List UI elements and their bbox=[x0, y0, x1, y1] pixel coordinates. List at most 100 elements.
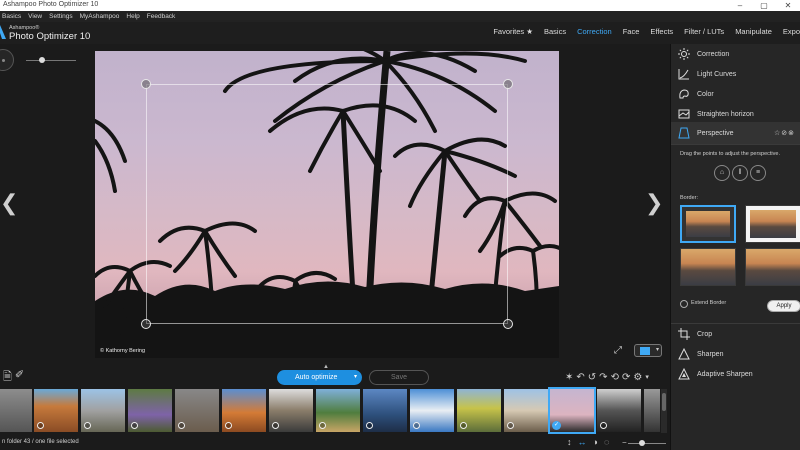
film-thumb[interactable] bbox=[269, 389, 313, 432]
horizontal-perspective-button[interactable]: ≡ bbox=[750, 165, 766, 181]
vertical-perspective-button[interactable]: ⌂ bbox=[714, 165, 730, 181]
redo-icon[interactable]: ↷ bbox=[599, 372, 607, 383]
film-thumb[interactable] bbox=[0, 389, 32, 432]
panel-item-perspective[interactable]: Perspective ☆⊘⊗ bbox=[671, 122, 800, 144]
panel-item-sharpen[interactable]: Sharpen bbox=[671, 344, 800, 364]
film-thumb[interactable] bbox=[128, 389, 172, 432]
compare-icon[interactable]: ◑ bbox=[593, 437, 598, 447]
window-title: Ashampoo Photo Optimizer 10 bbox=[3, 1, 99, 8]
film-thumb[interactable] bbox=[222, 389, 266, 432]
horizon-icon bbox=[677, 107, 691, 121]
crop-icon bbox=[677, 327, 691, 341]
perspective-handle-bottom-left[interactable] bbox=[141, 319, 151, 329]
next-image-arrow-icon[interactable]: ❯ bbox=[645, 190, 663, 216]
film-thumb[interactable] bbox=[175, 389, 219, 432]
sun-icon bbox=[677, 47, 691, 61]
brush-icon[interactable]: ✐ bbox=[15, 368, 24, 387]
undo-icon[interactable]: ↶ bbox=[576, 372, 584, 383]
zoom-dial[interactable] bbox=[0, 49, 14, 71]
filmstrip-scrollbar[interactable] bbox=[661, 389, 667, 433]
tab-effects[interactable]: Effects bbox=[650, 27, 673, 36]
rotate-right-icon[interactable]: ⟳ bbox=[622, 372, 630, 383]
file-info-icon[interactable]: 🗎 bbox=[3, 368, 12, 387]
tab-basics[interactable]: Basics bbox=[544, 27, 566, 36]
tab-correction[interactable]: Correction bbox=[577, 27, 612, 36]
menu-view[interactable]: View bbox=[28, 13, 42, 20]
film-thumb[interactable] bbox=[644, 389, 660, 432]
thumbnail-size-slider-thumb[interactable] bbox=[639, 440, 645, 446]
panel-item-straighten-horizon[interactable]: Straighten horizon bbox=[671, 104, 800, 124]
border-option-dark[interactable] bbox=[680, 205, 736, 243]
auto-optimize-button[interactable]: Auto optimize ▾ bbox=[277, 370, 362, 385]
zoom-slider-track[interactable] bbox=[26, 60, 76, 61]
right-toolbar: ✶ ↶ ↺ ↷ ⟲ ⟳ ⚙ ▾ bbox=[565, 369, 663, 385]
chevron-down-icon[interactable]: ▾ bbox=[354, 370, 357, 385]
magic-wand-icon[interactable]: ✶ bbox=[565, 372, 573, 383]
tab-favorites[interactable]: Favorites ★ bbox=[493, 27, 533, 36]
film-thumb[interactable] bbox=[504, 389, 548, 432]
panel-item-crop[interactable]: Crop bbox=[671, 324, 800, 344]
menu-basics[interactable]: Basics bbox=[2, 13, 21, 20]
minimize-button[interactable]: – bbox=[728, 0, 752, 11]
menu-myashampoo[interactable]: MyAshampoo bbox=[80, 13, 120, 20]
symmetric-perspective-button[interactable]: ‖ bbox=[732, 165, 748, 181]
menu-feedback[interactable]: Feedback bbox=[147, 13, 176, 20]
border-option-extend[interactable] bbox=[745, 248, 800, 286]
panel-item-color[interactable]: Color bbox=[671, 84, 800, 104]
film-thumb[interactable] bbox=[597, 389, 641, 432]
undo-all-icon[interactable]: ↺ bbox=[588, 372, 596, 383]
status-text: n folder 43 / one file selected bbox=[2, 439, 79, 445]
film-thumb[interactable] bbox=[81, 389, 125, 432]
photo-canvas[interactable]: © Kathorny Bering bbox=[95, 51, 559, 358]
perspective-frame[interactable] bbox=[146, 84, 508, 324]
chevron-down-icon[interactable]: ▾ bbox=[645, 373, 649, 381]
view-mode-toggle[interactable]: ▾ bbox=[634, 344, 662, 357]
menu-help[interactable]: Help bbox=[126, 13, 139, 20]
save-button[interactable]: Save bbox=[369, 370, 429, 385]
perspective-handle-top-right[interactable] bbox=[503, 79, 513, 89]
tab-export[interactable]: Expo bbox=[783, 27, 800, 36]
film-thumb-selected[interactable]: ✓ bbox=[548, 387, 596, 434]
extend-border-radio[interactable] bbox=[680, 300, 688, 308]
checkmark-icon: ✓ bbox=[552, 421, 561, 430]
film-thumb[interactable] bbox=[410, 389, 454, 432]
curve-icon bbox=[677, 67, 691, 81]
film-thumb[interactable] bbox=[316, 389, 360, 432]
panel-item-label: Straighten horizon bbox=[697, 110, 754, 118]
gear-icon[interactable]: ⚙ bbox=[633, 372, 642, 383]
window-controls: – ▢ ✕ bbox=[728, 0, 800, 11]
film-thumb[interactable] bbox=[457, 389, 501, 432]
perspective-handle-bottom-right[interactable] bbox=[503, 319, 513, 329]
film-thumb[interactable] bbox=[34, 389, 78, 432]
rotate-left-icon[interactable]: ⟲ bbox=[611, 372, 619, 383]
swap-vertical-icon[interactable]: ↕ bbox=[567, 437, 572, 447]
loading-icon[interactable]: ◌ bbox=[604, 437, 609, 447]
apply-button[interactable]: Apply bbox=[767, 300, 800, 312]
tab-manipulate[interactable]: Manipulate bbox=[735, 27, 772, 36]
panel-item-adaptive-sharpen[interactable]: Adaptive Sharpen bbox=[671, 364, 800, 384]
panel-item-light-curves[interactable]: Light Curves bbox=[671, 64, 800, 84]
zoom-slider-thumb[interactable] bbox=[39, 57, 45, 63]
sharpen-icon bbox=[677, 347, 691, 361]
border-option-none[interactable] bbox=[680, 248, 736, 286]
border-label: Border: bbox=[680, 195, 699, 201]
previous-image-arrow-icon[interactable]: ❮ bbox=[0, 190, 18, 216]
adaptive-sharpen-icon bbox=[677, 367, 691, 381]
fit-view-icon[interactable]: ⤢ bbox=[614, 345, 622, 356]
border-option-white[interactable] bbox=[745, 205, 800, 243]
menu-bar: Basics View Settings MyAshampoo Help Fee… bbox=[0, 11, 800, 22]
thumbnail-size-slider-track[interactable] bbox=[628, 443, 666, 444]
perspective-handle-top-left[interactable] bbox=[141, 79, 151, 89]
maximize-button[interactable]: ▢ bbox=[752, 0, 776, 11]
zoom-out-icon[interactable]: − bbox=[622, 438, 627, 447]
close-button[interactable]: ✕ bbox=[776, 0, 800, 11]
tab-filter-luts[interactable]: Filter / LUTs bbox=[684, 27, 724, 36]
menu-settings[interactable]: Settings bbox=[49, 13, 73, 20]
panel-item-correction[interactable]: Correction bbox=[671, 44, 800, 64]
film-thumb[interactable] bbox=[363, 389, 407, 432]
swap-horizontal-icon[interactable]: ↔ bbox=[578, 437, 587, 447]
panel-divider bbox=[671, 144, 800, 145]
perspective-favorite-help-reset-icons[interactable]: ☆⊘⊗ bbox=[774, 129, 795, 137]
tab-face[interactable]: Face bbox=[623, 27, 640, 36]
palette-icon bbox=[677, 87, 691, 101]
